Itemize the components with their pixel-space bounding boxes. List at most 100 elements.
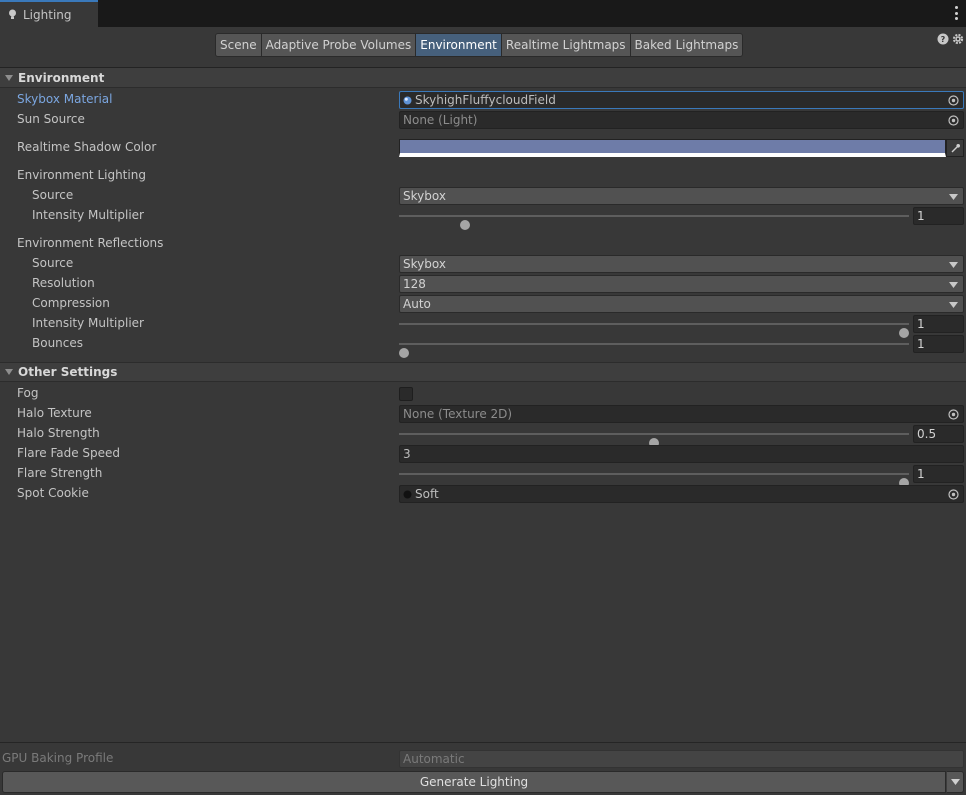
reflection-compression-row: Compression Auto [0,294,966,314]
spot-cookie-label: Spot Cookie [17,486,89,500]
halo-strength-row: Halo Strength 0.5 [0,424,966,448]
reflection-intensity-input[interactable]: 1 [913,315,964,333]
flare-fade-speed-row: Flare Fade Speed 3 [0,444,966,464]
tab-realtime-lightmaps[interactable]: Realtime Lightmaps [501,33,631,57]
sun-source-row: Sun Source None (Light) [0,110,966,130]
environment-lighting-label: Environment Lighting [17,168,146,182]
tab-baked-lightmaps[interactable]: Baked Lightmaps [630,33,744,57]
realtime-shadow-color-row: Realtime Shadow Color [0,138,966,158]
flare-fade-speed-input[interactable]: 3 [399,445,964,463]
reflection-compression-label: Compression [32,296,110,310]
other-settings-section-header[interactable]: Other Settings [0,362,966,382]
sun-source-field[interactable]: None (Light) [399,111,964,129]
environment-lighting-row: Environment Lighting [0,166,966,186]
object-picker-icon[interactable] [948,489,959,500]
halo-strength-slider[interactable] [399,433,909,448]
reflection-resolution-dropdown[interactable]: 128 [399,275,964,293]
sun-source-value: None (Light) [403,113,478,127]
eyedropper-button[interactable] [946,139,964,157]
lighting-source-row: Source Skybox [0,186,966,206]
spot-cookie-field[interactable]: Soft [399,485,964,503]
reflection-source-dropdown[interactable]: Skybox [399,255,964,273]
svg-text:?: ? [941,35,946,44]
reflection-resolution-value: 128 [403,277,426,291]
object-picker-icon[interactable] [948,115,959,126]
halo-texture-field[interactable]: None (Texture 2D) [399,405,964,423]
reflection-bounces-label: Bounces [32,336,84,350]
gpu-baking-profile-dropdown[interactable]: Automatic [399,750,964,768]
lighting-intensity-input[interactable]: 1 [913,207,964,225]
reflection-intensity-row: Intensity Multiplier 1 [0,314,966,338]
halo-strength-label: Halo Strength [17,426,100,440]
skybox-material-field[interactable]: SkyhighFluffycloudField [399,91,964,109]
halo-texture-row: Halo Texture None (Texture 2D) [0,404,966,424]
reflection-resolution-label: Resolution [32,276,95,290]
flare-strength-slider[interactable] [399,473,909,488]
flare-strength-label: Flare Strength [17,466,103,480]
halo-texture-label: Halo Texture [17,406,92,420]
fog-checkbox[interactable] [399,387,413,401]
chevron-down-icon [949,194,958,200]
reflection-source-label: Source [32,256,74,270]
flare-fade-speed-label: Flare Fade Speed [17,446,121,460]
lighting-source-label: Source [32,188,74,202]
halo-strength-input[interactable]: 0.5 [913,425,964,443]
chevron-down-icon [949,302,958,308]
spot-cookie-value: Soft [415,487,439,501]
gpu-baking-profile-row: GPU Baking Profile Automatic [0,749,966,769]
environment-reflections-label: Environment Reflections [17,236,164,250]
reflection-compression-dropdown[interactable]: Auto [399,295,964,313]
slider-handle[interactable] [399,348,410,358]
flare-fade-speed-value: 3 [403,447,411,461]
environment-section-title: Environment [18,70,105,85]
reflection-bounces-input[interactable]: 1 [913,335,964,353]
fog-row: Fog [0,384,966,404]
realtime-shadow-color-swatch[interactable] [399,139,946,157]
reflection-intensity-label: Intensity Multiplier [32,316,144,330]
lighting-tabs: Scene Adaptive Probe Volumes Environment… [215,33,744,57]
realtime-shadow-color-label: Realtime Shadow Color [17,140,157,154]
reflection-source-row: Source Skybox [0,254,966,274]
footer-divider [0,742,966,743]
object-picker-icon[interactable] [948,409,959,420]
lighting-intensity-slider[interactable] [399,215,909,230]
environment-reflections-row: Environment Reflections [0,234,966,254]
chevron-down-icon [949,282,958,288]
reflection-bounces-slider[interactable] [399,343,909,358]
generate-options-button[interactable] [946,771,964,793]
fog-label: Fog [17,386,39,400]
gear-icon[interactable] [952,33,964,45]
skybox-material-row: Skybox Material SkyhighFluffycloudField [0,90,966,110]
tab-adaptive-probe-volumes[interactable]: Adaptive Probe Volumes [261,33,417,57]
chevron-down-icon [949,262,958,268]
reflection-bounces-row: Bounces 1 [0,334,966,358]
lighting-source-dropdown[interactable]: Skybox [399,187,964,205]
spot-cookie-row: Spot Cookie Soft [0,484,966,504]
window-tab-lighting[interactable]: Lighting [0,0,98,27]
kebab-menu-icon[interactable] [952,5,960,21]
reflection-resolution-row: Resolution 128 [0,274,966,294]
material-sphere-icon [403,96,412,104]
flare-strength-input[interactable]: 1 [913,465,964,483]
generate-lighting-button[interactable]: Generate Lighting [2,771,946,793]
lighting-window: Lighting Scene Adaptive Probe Volumes En… [0,0,966,795]
object-picker-icon[interactable] [948,95,959,106]
help-icon[interactable]: ? [937,33,949,45]
other-settings-section-title: Other Settings [18,365,118,379]
lighting-intensity-row: Intensity Multiplier 1 [0,206,966,230]
lighting-source-value: Skybox [403,189,446,203]
foldout-expanded-icon [5,74,13,81]
foldout-expanded-icon [5,369,13,375]
skybox-material-label: Skybox Material [17,92,113,106]
lighting-intensity-label: Intensity Multiplier [32,208,144,222]
tab-environment[interactable]: Environment [416,33,502,57]
flare-strength-row: Flare Strength 1 [0,464,966,488]
sun-source-label: Sun Source [17,112,85,126]
environment-section-header[interactable]: Environment [0,68,966,88]
window-tab-label: Lighting [23,7,72,22]
skybox-material-value: SkyhighFluffycloudField [415,93,556,107]
reflection-intensity-slider[interactable] [399,323,909,338]
slider-handle[interactable] [460,220,471,230]
tab-scene[interactable]: Scene [215,33,262,57]
eyedropper-icon [951,143,960,152]
